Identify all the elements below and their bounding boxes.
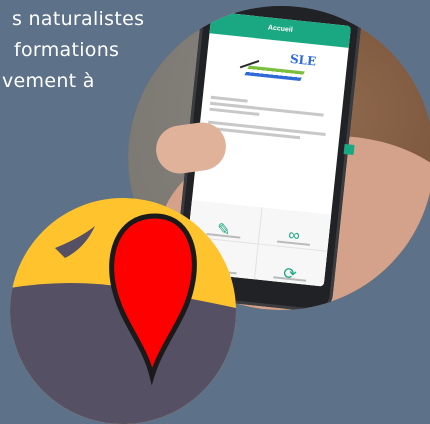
slide-text-line-3: vement à bbox=[2, 70, 95, 92]
welcome-text bbox=[209, 95, 334, 124]
logo-stripes bbox=[244, 65, 305, 82]
location-pin-logo bbox=[10, 213, 236, 424]
app-title-bar: Accueil bbox=[209, 11, 351, 48]
logo-text: SLE bbox=[289, 51, 317, 69]
notification-badge bbox=[343, 143, 355, 155]
bird-icon bbox=[55, 226, 95, 258]
slide-text-line-2: formations bbox=[14, 39, 120, 61]
app-icon-logo bbox=[10, 198, 236, 424]
info-text bbox=[207, 120, 331, 143]
slide-text-line-1: s naturalistes bbox=[12, 8, 145, 30]
app-logo: SLE bbox=[235, 46, 317, 96]
sync-icon: ⟳ bbox=[282, 264, 298, 284]
tile-synchroniser[interactable]: ⟳ bbox=[254, 244, 328, 287]
tile-consulter[interactable]: ∞ bbox=[258, 207, 332, 251]
slide-text: s naturalistes formations vement à bbox=[0, 4, 144, 97]
